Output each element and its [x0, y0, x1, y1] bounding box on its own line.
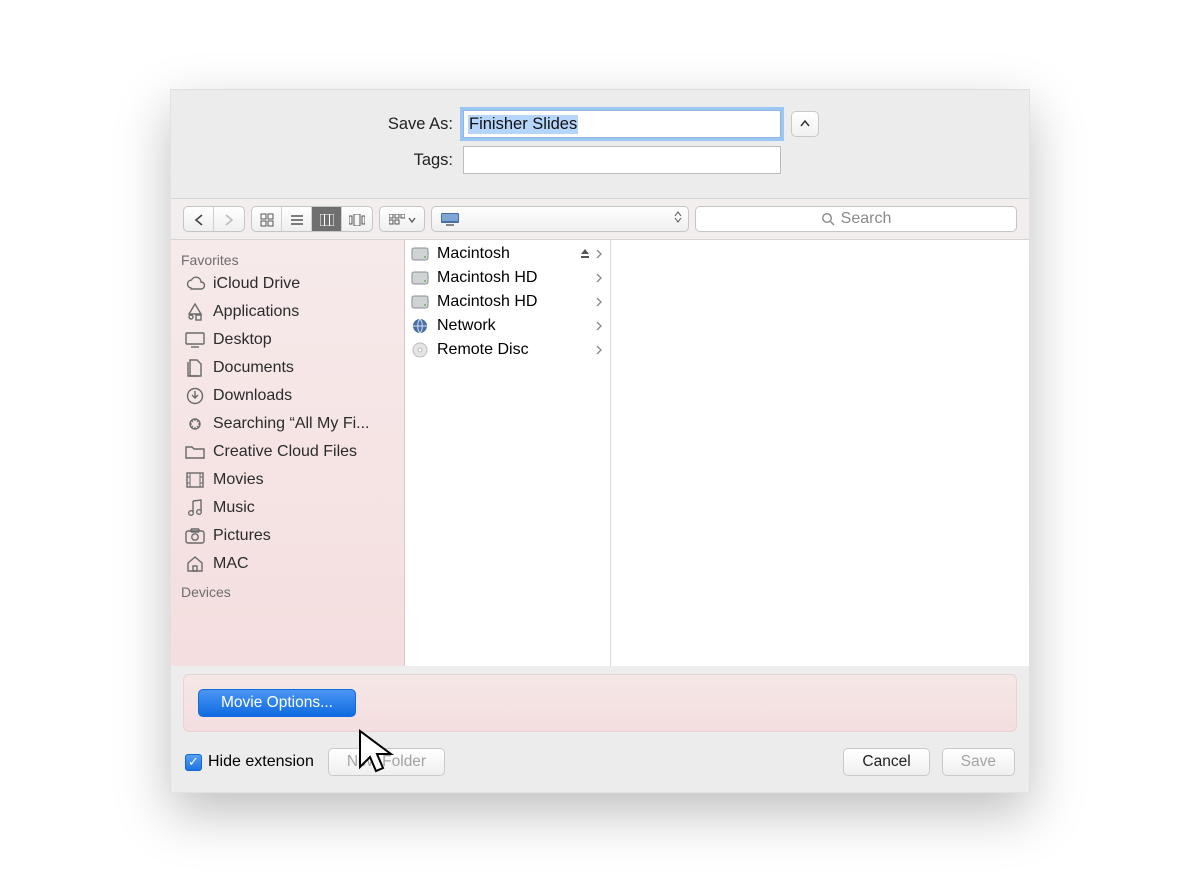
- apps-icon: [185, 303, 205, 321]
- arrange-segment: [379, 206, 425, 232]
- save-dialog: Save As: Finisher Slides Tags:: [170, 89, 1030, 793]
- sidebar-item-label: Movies: [213, 471, 264, 489]
- tags-input[interactable]: [463, 146, 781, 174]
- sidebar-item[interactable]: Documents: [171, 354, 404, 382]
- sidebar-item-label: Searching “All My Fi...: [213, 415, 369, 433]
- column-item[interactable]: Macintosh: [405, 242, 610, 266]
- file-browser: Favorites iCloud Drive Applications Deskto…: [171, 240, 1029, 666]
- column-item[interactable]: Network: [405, 314, 610, 338]
- sidebar-item[interactable]: Music: [171, 494, 404, 522]
- pictures-icon: [185, 528, 205, 544]
- view-list-button[interactable]: [282, 207, 312, 232]
- column-item[interactable]: Macintosh HD: [405, 266, 610, 290]
- search-placeholder: Search: [841, 210, 892, 228]
- sidebar-section-favorites: Favorites: [171, 246, 404, 270]
- sidebar-item-label: Pictures: [213, 527, 271, 545]
- movies-icon: [185, 472, 205, 488]
- chevron-right-icon: [596, 297, 602, 307]
- sidebar-section-devices: Devices: [171, 578, 404, 602]
- save-as-label: Save As:: [195, 115, 463, 134]
- computer-icon: [440, 212, 460, 226]
- chevron-right-icon: [596, 273, 602, 283]
- column-item-label: Macintosh: [437, 245, 510, 263]
- sidebar-item-label: Desktop: [213, 331, 272, 349]
- eject-icon: [580, 249, 590, 259]
- nav-history-segment: [183, 206, 245, 232]
- search-icon: [821, 212, 835, 226]
- desktop-icon: [185, 332, 205, 348]
- search-field[interactable]: Search: [695, 206, 1017, 232]
- header-area: Save As: Finisher Slides Tags:: [171, 90, 1029, 198]
- forward-button[interactable]: [214, 207, 244, 232]
- preview-column: [611, 240, 1029, 666]
- hdd-icon: [411, 295, 429, 309]
- cancel-button[interactable]: Cancel: [843, 748, 929, 776]
- sidebar-item[interactable]: Desktop: [171, 326, 404, 354]
- arrange-button[interactable]: [380, 207, 424, 232]
- sidebar-item[interactable]: Movies: [171, 466, 404, 494]
- sidebar-item-label: Creative Cloud Files: [213, 443, 357, 461]
- music-icon: [185, 499, 205, 517]
- view-columns-button[interactable]: [312, 207, 342, 232]
- home-icon: [185, 556, 205, 572]
- cloud-icon: [185, 276, 205, 292]
- updown-icon: [674, 211, 682, 223]
- globe-icon: [411, 318, 429, 334]
- sidebar: Favorites iCloud Drive Applications Deskto…: [171, 240, 405, 666]
- column-item-label: Macintosh HD: [437, 293, 537, 311]
- hide-extension-label: Hide extension: [208, 753, 314, 771]
- checkmark-icon: ✓: [185, 754, 202, 771]
- movie-options-button[interactable]: Movie Options...: [198, 689, 356, 717]
- options-bar: Movie Options...: [183, 674, 1017, 732]
- column-item[interactable]: Macintosh HD: [405, 290, 610, 314]
- sidebar-item[interactable]: iCloud Drive: [171, 270, 404, 298]
- sidebar-item-label: iCloud Drive: [213, 275, 300, 293]
- toolbar: Search: [171, 198, 1029, 240]
- hdd-icon: [411, 247, 429, 261]
- collapse-expand-button[interactable]: [791, 111, 819, 137]
- tags-label: Tags:: [195, 151, 463, 170]
- sidebar-item-label: MAC: [213, 555, 249, 573]
- sidebar-item[interactable]: Searching “All My Fi...: [171, 410, 404, 438]
- sidebar-item-label: Downloads: [213, 387, 292, 405]
- sidebar-item-label: Applications: [213, 303, 299, 321]
- documents-icon: [185, 359, 205, 377]
- downloads-icon: [185, 387, 205, 405]
- column-item[interactable]: Remote Disc: [405, 338, 610, 362]
- back-button[interactable]: [184, 207, 214, 232]
- save-button[interactable]: Save: [942, 748, 1015, 776]
- disc-icon: [411, 342, 429, 358]
- sidebar-item[interactable]: Creative Cloud Files: [171, 438, 404, 466]
- sidebar-item-label: Music: [213, 499, 255, 517]
- chevron-right-icon: [596, 321, 602, 331]
- folder-icon: [185, 444, 205, 460]
- bottom-bar: ✓ Hide extension New Folder Cancel Save: [171, 738, 1029, 792]
- chevron-right-icon: [596, 249, 602, 259]
- sidebar-item[interactable]: Pictures: [171, 522, 404, 550]
- hdd-icon: [411, 271, 429, 285]
- column-0: Macintosh Macintosh HD Macintosh HD Network…: [405, 240, 611, 666]
- column-item-label: Network: [437, 317, 496, 335]
- new-folder-button[interactable]: New Folder: [328, 748, 445, 776]
- sidebar-item-label: Documents: [213, 359, 294, 377]
- sidebar-item[interactable]: Downloads: [171, 382, 404, 410]
- search-icon: [185, 415, 205, 433]
- hide-extension-checkbox[interactable]: ✓ Hide extension: [185, 753, 314, 771]
- sidebar-item[interactable]: MAC: [171, 550, 404, 578]
- view-icon-button[interactable]: [252, 207, 282, 232]
- location-popup[interactable]: [431, 206, 689, 232]
- view-coverflow-button[interactable]: [342, 207, 372, 232]
- save-as-input[interactable]: Finisher Slides: [463, 110, 781, 138]
- column-item-label: Remote Disc: [437, 341, 529, 359]
- sidebar-item[interactable]: Applications: [171, 298, 404, 326]
- view-mode-segment: [251, 206, 373, 232]
- chevron-right-icon: [596, 345, 602, 355]
- column-item-label: Macintosh HD: [437, 269, 537, 287]
